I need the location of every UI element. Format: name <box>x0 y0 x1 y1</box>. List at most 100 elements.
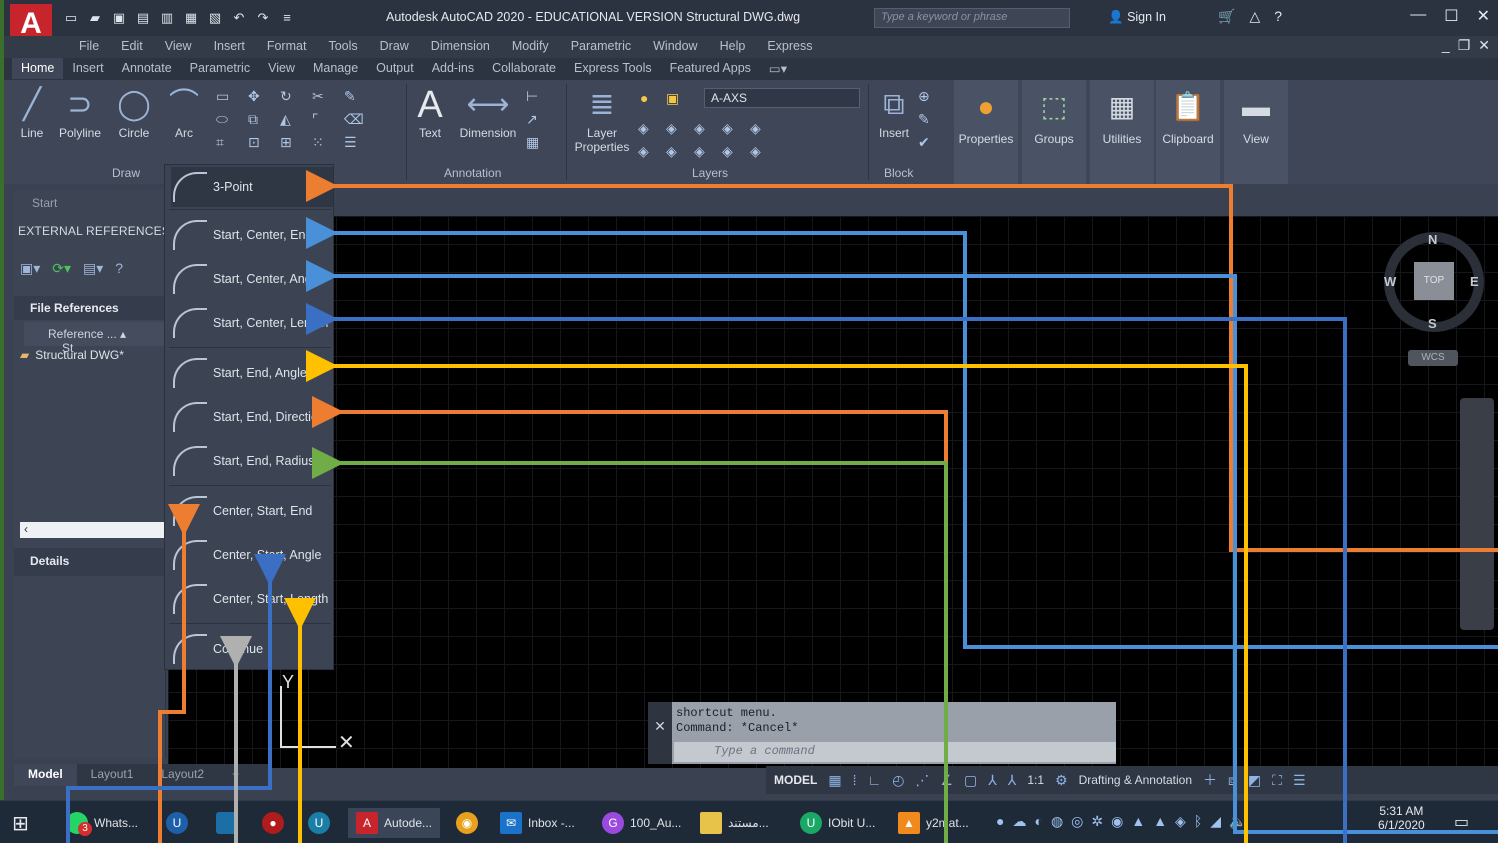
network-icon[interactable]: ◢ <box>1210 813 1221 830</box>
plus-icon[interactable]: ＋ <box>1203 770 1217 790</box>
change-path-icon[interactable]: ▤▾ <box>83 260 103 277</box>
grid-icon[interactable]: ▦ <box>828 772 841 789</box>
mirror-icon[interactable]: ◭ <box>280 111 306 128</box>
layer-tool-icon[interactable]: ◈ <box>750 120 772 137</box>
tray-icon[interactable]: ◉ <box>1111 813 1123 830</box>
menu-file[interactable]: File <box>68 39 110 53</box>
arc-option-start-center-end[interactable]: Start, Center, End <box>171 215 333 255</box>
block-panel-label[interactable]: Block <box>884 166 913 180</box>
clean-screen-icon[interactable]: ⛶ <box>1272 772 1282 789</box>
save-icon[interactable]: ▣ <box>110 9 128 27</box>
reference-column-label[interactable]: Reference ... <box>48 327 117 341</box>
trim-icon[interactable]: ✂ <box>312 88 338 105</box>
help-small-icon[interactable]: ? <box>115 260 123 277</box>
autodesk-a360-icon[interactable]: △ <box>1249 8 1260 25</box>
layer-tool-icon[interactable]: ◈ <box>666 120 688 137</box>
view-button[interactable]: ▬ View <box>1224 80 1288 184</box>
bluetooth-icon[interactable]: ᛒ <box>1194 813 1202 830</box>
tray-icon[interactable]: ◎ <box>1071 813 1083 830</box>
details-header[interactable]: Details <box>14 548 166 576</box>
model-space-button[interactable]: MODEL <box>774 773 817 787</box>
workspace-label[interactable]: Drafting & Annotation <box>1079 773 1192 787</box>
tab-express-tools[interactable]: Express Tools <box>565 58 661 79</box>
tab-layout2[interactable]: Layout2 <box>147 764 218 786</box>
print-icon[interactable]: ▧ <box>206 9 224 27</box>
arc-option-start-end-direction[interactable]: Start, End, Direction <box>171 397 333 437</box>
horizontal-scrollbar[interactable]: ‹ <box>20 522 166 538</box>
help-search-input[interactable]: Type a keyword or phrase <box>874 8 1070 28</box>
reference-column-header[interactable]: Reference ... ▴ St <box>24 322 166 355</box>
open-folder-icon[interactable]: ▰ <box>86 9 104 27</box>
tab-model[interactable]: Model <box>14 764 77 786</box>
menu-insert[interactable]: Insert <box>203 39 256 53</box>
layer-tool-icon[interactable]: ◈ <box>750 143 772 160</box>
arc-option-3-point[interactable]: 3-Point <box>171 167 333 207</box>
menu-express[interactable]: Express <box>756 39 823 53</box>
isolate-icon[interactable]: ⧈ <box>1228 772 1237 789</box>
pencil-icon[interactable]: ✎ <box>344 88 370 105</box>
circle-button[interactable]: ◯ Circle <box>108 84 160 140</box>
tab-manage[interactable]: Manage <box>304 58 367 79</box>
scroll-left-icon[interactable]: ‹ <box>20 522 28 536</box>
tab-insert[interactable]: Insert <box>63 58 112 79</box>
wcs-menu[interactable]: WCS <box>1408 350 1458 366</box>
action-center-icon[interactable]: ▭ <box>1454 812 1469 832</box>
windows-start-icon[interactable]: ⊞ <box>12 811 29 836</box>
arc-option-start-end-radius[interactable]: Start, End, Radius <box>171 441 333 481</box>
fillet-icon[interactable]: ⌜ <box>312 111 338 128</box>
line-button[interactable]: ╱ Line <box>6 84 58 140</box>
layer-tool-icon[interactable]: ◈ <box>666 143 688 160</box>
array-icon[interactable]: ⁙ <box>312 134 338 151</box>
tab-layout1[interactable]: Layout1 <box>77 764 148 786</box>
copy-icon[interactable]: ⧉ <box>248 111 274 128</box>
layer-properties-button[interactable]: ≣ Layer Properties <box>570 84 634 154</box>
hardware-acceleration-icon[interactable]: ◩ <box>1248 772 1261 789</box>
cart-icon[interactable]: 🛒 <box>1218 8 1235 25</box>
command-close-icon[interactable]: ✕ <box>648 702 672 764</box>
tray-icon[interactable]: ◍ <box>1051 813 1063 830</box>
customize-qat-icon[interactable]: ≡ <box>278 9 296 27</box>
taskbar-vlc[interactable]: ▲ y2mat... <box>898 808 969 838</box>
rotate-icon[interactable]: ↻ <box>280 88 306 105</box>
arc-option-start-center-angle[interactable]: Start, Center, Angle <box>171 259 333 299</box>
layer-tool-icon[interactable]: ◈ <box>638 143 660 160</box>
compass-south[interactable]: S <box>1428 316 1437 331</box>
doc-close-icon[interactable]: ✕ <box>1478 37 1490 54</box>
doc-minimize-icon[interactable]: _ <box>1442 37 1450 54</box>
insert-button[interactable]: ⧉ Insert <box>868 84 920 140</box>
object-snap-icon[interactable]: ▢ <box>964 772 977 789</box>
tab-featured-apps[interactable]: Featured Apps <box>661 58 760 79</box>
new-file-icon[interactable]: ▭ <box>62 9 80 27</box>
autoscale-icon[interactable]: ⅄ <box>1008 772 1017 789</box>
menu-edit[interactable]: Edit <box>110 39 154 53</box>
layer-tool-icon[interactable]: ◈ <box>694 143 716 160</box>
add-layout-button[interactable]: + <box>218 764 253 786</box>
customization-menu-icon[interactable]: ☰ <box>1293 772 1306 789</box>
groups-button[interactable]: ⬚ Groups <box>1022 80 1086 184</box>
lightbulb-icon[interactable]: ● <box>640 90 660 107</box>
cloud-icon[interactable]: ☁ <box>1012 813 1026 830</box>
tab-collaborate[interactable]: Collaborate <box>483 58 565 79</box>
table-icon[interactable]: ▦ <box>526 134 548 151</box>
volume-icon[interactable]: 🔈 <box>1229 813 1246 830</box>
offset-icon[interactable]: ☰ <box>344 134 370 151</box>
tab-annotate[interactable]: Annotate <box>113 58 181 79</box>
edit-block-icon[interactable]: ✎ <box>918 111 940 128</box>
taskbar-app[interactable]: U <box>166 808 188 838</box>
polar-icon[interactable]: ◴ <box>892 772 904 789</box>
command-input[interactable]: Type a command <box>674 742 1116 762</box>
help-icon[interactable]: ? <box>1274 8 1282 25</box>
tab-view[interactable]: View <box>259 58 304 79</box>
erase-icon[interactable]: ⌫ <box>344 111 370 128</box>
polyline-button[interactable]: ⊃ Polyline <box>54 84 106 140</box>
refresh-icon[interactable]: ⟳▾ <box>52 260 71 277</box>
tray-icon[interactable]: ● <box>996 813 1004 830</box>
compass-west[interactable]: W <box>1384 274 1396 289</box>
taskbar-chrome[interactable]: ◉ <box>456 808 478 838</box>
compass-north[interactable]: N <box>1428 232 1437 247</box>
file-references-header[interactable]: File References <box>14 296 166 320</box>
menu-help[interactable]: Help <box>709 39 757 53</box>
menu-draw[interactable]: Draw <box>369 39 420 53</box>
annotation-panel-label[interactable]: Annotation <box>444 166 501 180</box>
minimize-icon[interactable]: — <box>1410 6 1426 26</box>
